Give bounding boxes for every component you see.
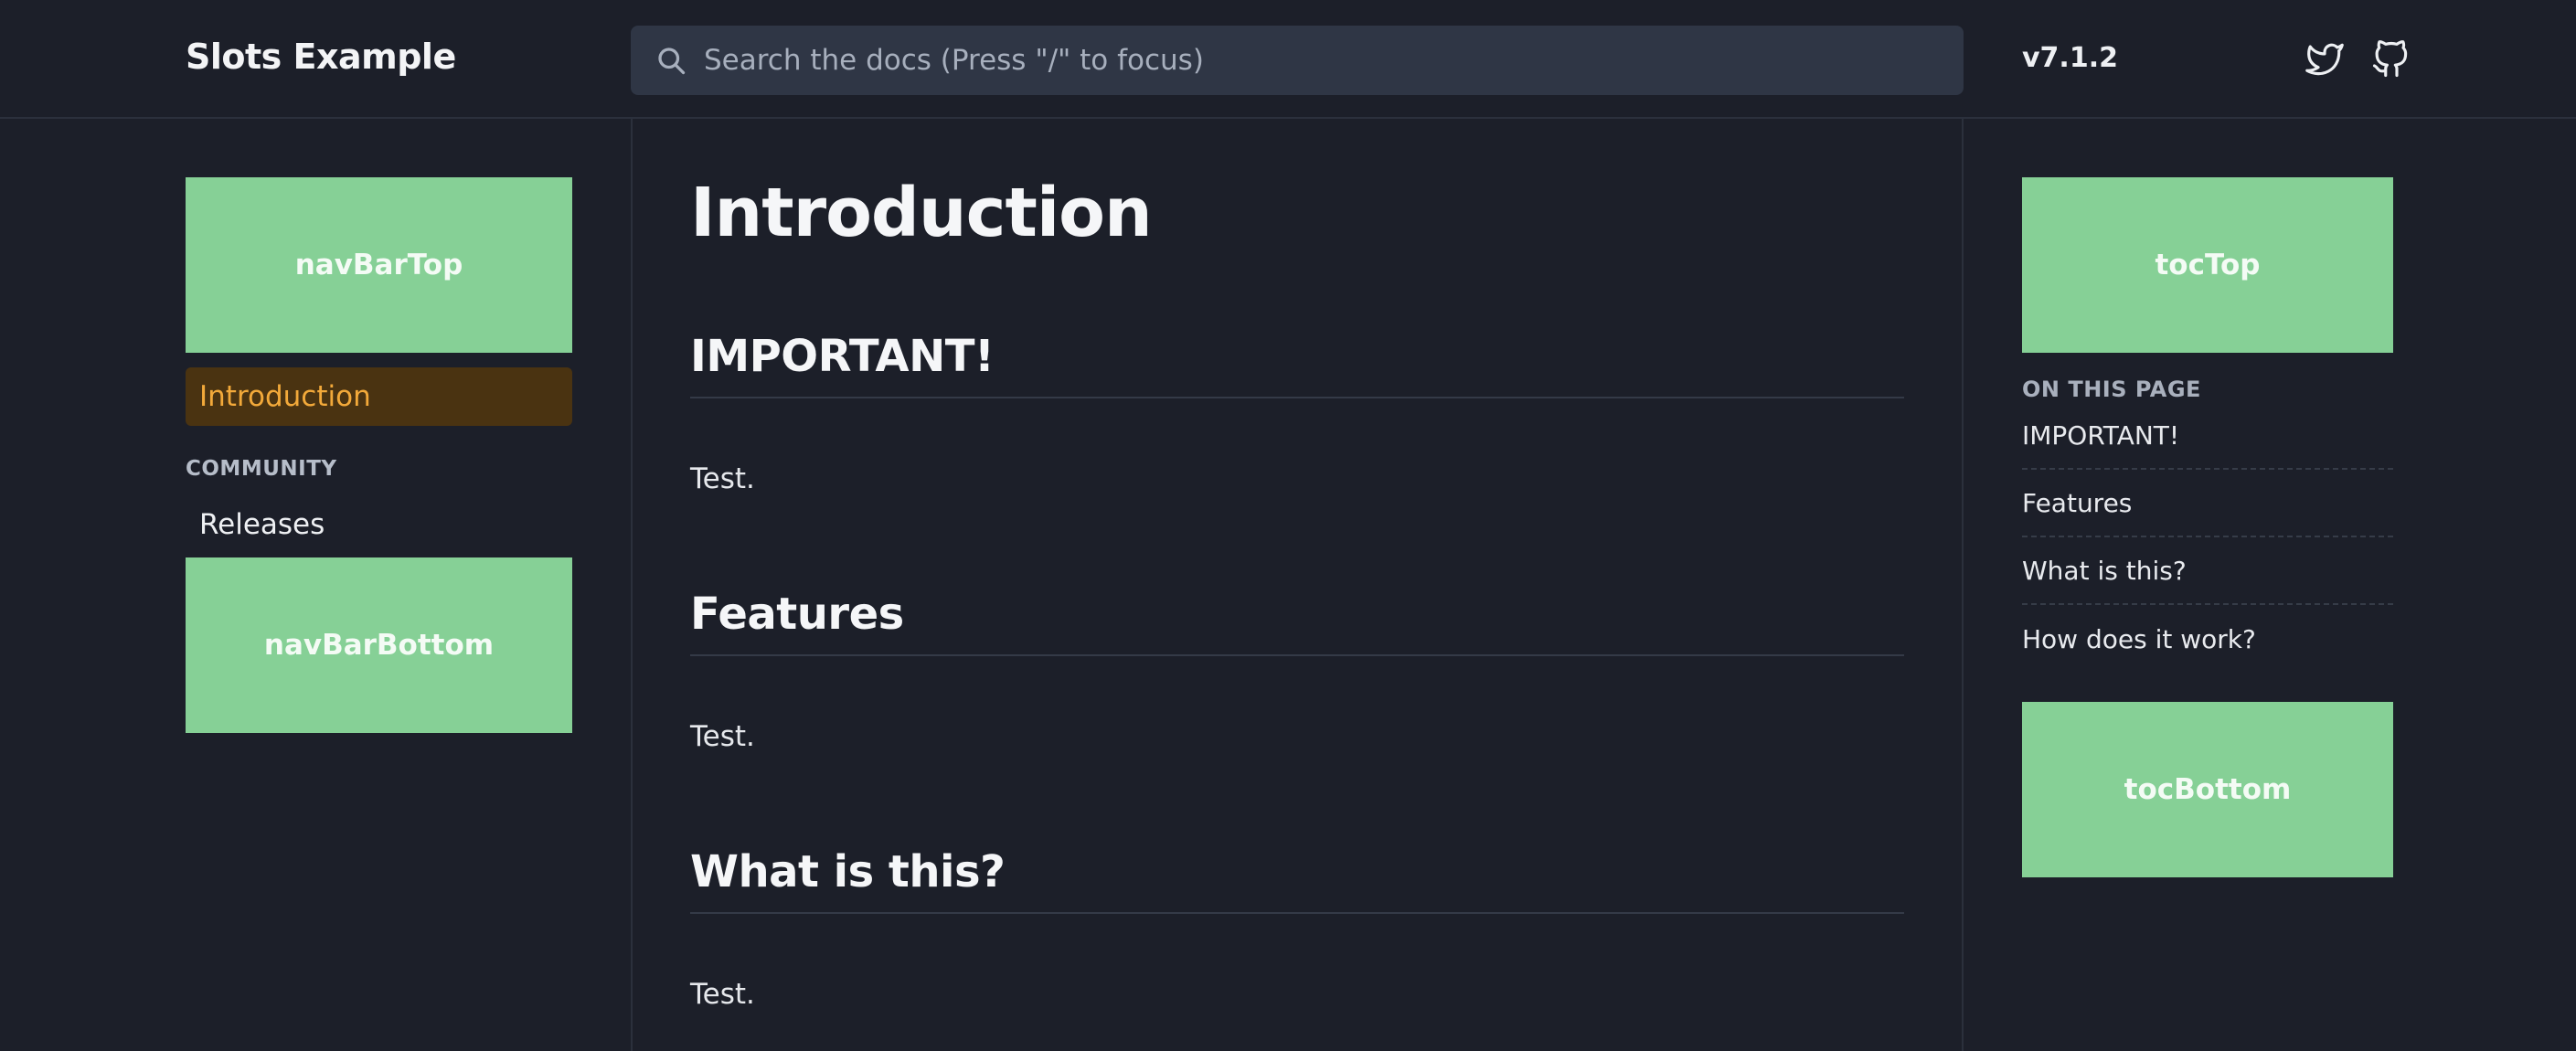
page-title: Introduction: [690, 174, 1153, 252]
twitter-icon[interactable]: [2304, 38, 2346, 80]
search-placeholder: Search the docs (Press "/" to focus): [704, 44, 1204, 77]
section-body: Test.: [690, 978, 755, 1011]
toc-item-how-does-it-work[interactable]: How does it work?: [2022, 605, 2393, 673]
toc-top-slot: tocTop: [2022, 177, 2393, 353]
top-navbar: Slots Example Search the docs (Press "/"…: [0, 0, 2576, 119]
section-heading: Features: [690, 589, 1904, 656]
navbar-top-slot: navBarTop: [186, 177, 572, 353]
sidebar-divider: [631, 119, 633, 1051]
version-label[interactable]: v7.1.2: [2022, 42, 2118, 74]
toc-heading: ON THIS PAGE: [2022, 377, 2201, 402]
toc-item-features[interactable]: Features: [2022, 470, 2393, 537]
navbar-bottom-slot: navBarBottom: [186, 557, 572, 733]
github-icon[interactable]: [2369, 38, 2411, 80]
section-body: Test.: [690, 720, 755, 753]
toc-bottom-slot: tocBottom: [2022, 702, 2393, 877]
search-bar[interactable]: Search the docs (Press "/" to focus): [631, 26, 1964, 95]
section-body: Test.: [690, 462, 755, 495]
search-icon: [658, 48, 686, 75]
site-title[interactable]: Slots Example: [186, 37, 456, 77]
sidebar-item-introduction[interactable]: Introduction: [186, 367, 572, 426]
toc-divider: [1962, 119, 1964, 1051]
section-heading: IMPORTANT!: [690, 331, 1904, 398]
sidebar-section-title: COMMUNITY: [186, 457, 337, 481]
toc-item-what-is-this[interactable]: What is this?: [2022, 537, 2393, 605]
sidebar-item-releases[interactable]: Releases: [199, 508, 325, 541]
section-heading: What is this?: [690, 846, 1904, 914]
toc-item-important[interactable]: IMPORTANT!: [2022, 402, 2393, 470]
